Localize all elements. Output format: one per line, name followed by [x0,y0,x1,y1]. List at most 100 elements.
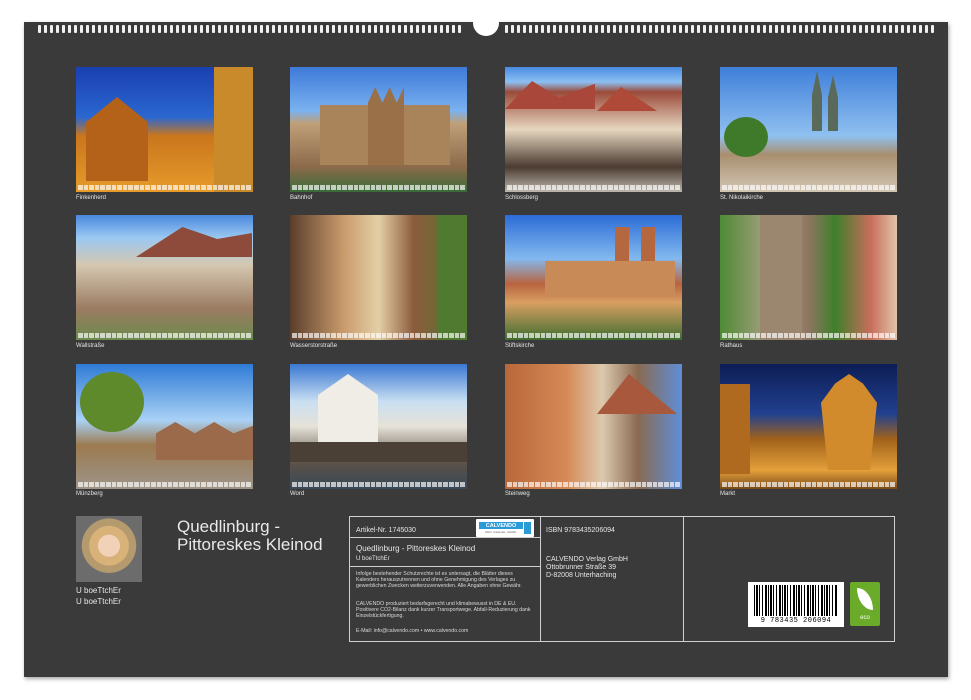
binding-loop [607,25,610,33]
binding-loop [440,25,443,33]
binding-loop [757,25,760,33]
binding-loop [146,25,149,33]
binding-loop [823,25,826,33]
binding-loop [637,25,640,33]
binding-loop [703,25,706,33]
binding-loop [332,25,335,33]
binding-loop [835,25,838,33]
binding-loop [655,25,658,33]
copyright-notice: Infolge bestehender Schutzrechte ist es … [356,571,522,590]
binding-loop [254,25,257,33]
month-thumbnail-8 [720,215,897,340]
binding-loop [787,25,790,33]
binding-loop [206,25,209,33]
leaf-icon [857,588,873,610]
binding-loop [709,25,712,33]
binding-loop [74,25,77,33]
binding-loop [589,25,592,33]
wire-binding-left [38,22,468,36]
binding-loop [272,25,275,33]
binding-loop [308,25,311,33]
binding-loop [727,25,730,33]
binding-loop [446,25,449,33]
calvendo-logo-text: CALVENDO [485,522,517,529]
month-label-3: Schlossberg [505,195,539,201]
binding-loop [152,25,155,33]
binding-loop [218,25,221,33]
binding-loop [841,25,844,33]
binding-loop [410,25,413,33]
calendar-title: Quedlinburg - Pittoreskes Kleinod [177,517,323,554]
binding-loop [56,25,59,33]
binding-loop [386,25,389,33]
binding-loop [883,25,886,33]
month-thumbnail-9 [76,364,253,489]
binding-loop [224,25,227,33]
binding-loop [649,25,652,33]
month-thumbnail-7 [505,215,682,340]
month-label-9: Münzberg [76,491,103,497]
eco-label: eco [860,615,870,621]
author-name-repeat: U boeTtchEr [76,597,121,606]
binding-loop [452,25,455,33]
contact-info: E-Mail: info@calvendo.com • www.calvendo… [356,628,469,634]
binding-loop [523,25,526,33]
binding-loop [805,25,808,33]
binding-loop [667,25,670,33]
isbn: ISBN 9783435206094 [546,527,615,534]
binding-loop [434,25,437,33]
publisher-street: Ottobrunner Straße 39 [546,564,617,571]
binding-loop [745,25,748,33]
product-title: Quedlinburg - Pittoreskes Kleinod [356,544,476,553]
binding-loop [362,25,365,33]
binding-loop [404,25,407,33]
binding-loop [679,25,682,33]
binding-loop [517,25,520,33]
calvendo-logo: CALVENDO Mehr. Kalender. Vielfalt. [476,519,534,537]
binding-loop [733,25,736,33]
binding-loop [182,25,185,33]
author-name: U boeTtchEr [76,586,121,595]
month-label-10: Word [290,491,305,497]
binding-loop [296,25,299,33]
month-thumbnail-3 [505,67,682,192]
binding-loop [104,25,107,33]
binding-loop [817,25,820,33]
binding-loop [793,25,796,33]
wire-binding-right [505,22,937,36]
binding-loop [775,25,778,33]
binding-loop [661,25,664,33]
binding-loop [170,25,173,33]
month-label-1: Finkenherd [76,195,107,201]
binding-loop [505,25,508,33]
binding-loop [50,25,53,33]
binding-loop [326,25,329,33]
binding-loop [38,25,41,33]
binding-loop [931,25,934,33]
month-thumbnail-4 [720,67,897,192]
binding-loop [541,25,544,33]
binding-loop [290,25,293,33]
binding-loop [847,25,850,33]
binding-loop [547,25,550,33]
binding-loop [350,25,353,33]
binding-loop [691,25,694,33]
month-label-7: Stiftskirche [505,343,535,349]
binding-loop [176,25,179,33]
binding-loop [625,25,628,33]
calvendo-logo-tagline: Mehr. Kalender. Vielfalt. [485,530,517,534]
binding-loop [577,25,580,33]
month-thumbnail-10 [290,364,467,489]
binding-loop [422,25,425,33]
binding-loop [811,25,814,33]
product-author: U boeTtchEr [356,556,390,562]
binding-loop [230,25,233,33]
binding-loop [601,25,604,33]
month-label-6: Wasserstorstraße [290,343,338,349]
binding-loop [829,25,832,33]
binding-loop [871,25,874,33]
publisher-name: CALVENDO Verlag GmbH [546,556,628,563]
binding-loop [338,25,341,33]
binding-loop [158,25,161,33]
binding-loop [511,25,514,33]
